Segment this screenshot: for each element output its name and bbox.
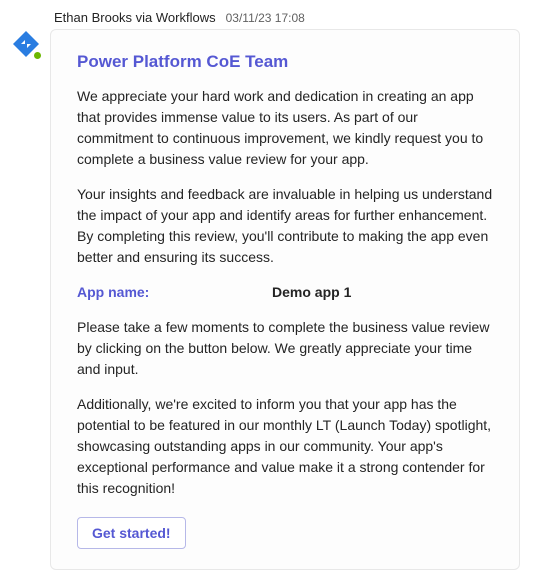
adaptive-card: Power Platform CoE Team We appreciate yo… <box>50 29 520 570</box>
card-paragraph: Please take a few moments to complete th… <box>77 317 493 380</box>
app-name-row: App name: Demo app 1 <box>77 282 493 303</box>
message-timestamp: 03/11/23 17:08 <box>226 11 305 25</box>
message-body: Ethan Brooks via Workflows 03/11/23 17:0… <box>50 10 540 570</box>
sender-name[interactable]: Ethan Brooks via Workflows <box>54 10 216 25</box>
card-paragraph: Your insights and feedback are invaluabl… <box>77 184 493 268</box>
presence-available-icon <box>32 50 43 61</box>
avatar[interactable] <box>10 28 42 60</box>
chat-message: Ethan Brooks via Workflows 03/11/23 17:0… <box>10 10 540 570</box>
message-header: Ethan Brooks via Workflows 03/11/23 17:0… <box>50 10 540 25</box>
get-started-button[interactable]: Get started! <box>77 517 186 549</box>
app-name-value: Demo app 1 <box>272 282 351 303</box>
card-paragraph: Additionally, we're excited to inform yo… <box>77 394 493 499</box>
card-title: Power Platform CoE Team <box>77 52 493 72</box>
card-paragraph: We appreciate your hard work and dedicat… <box>77 86 493 170</box>
app-name-label: App name: <box>77 282 272 303</box>
